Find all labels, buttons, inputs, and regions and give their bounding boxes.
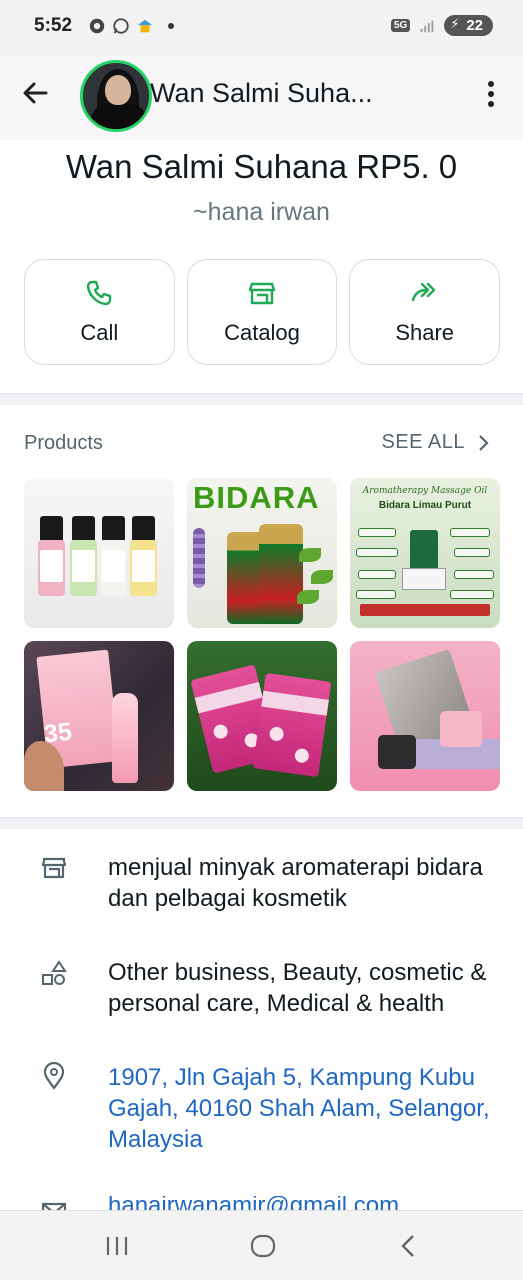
more-options-icon[interactable] xyxy=(479,74,503,114)
catalog-button[interactable]: Catalog xyxy=(186,259,338,365)
business-category: Other business, Beauty, cosmetic & perso… xyxy=(108,959,487,1017)
system-navigation-bar xyxy=(0,1210,523,1280)
section-divider xyxy=(0,393,523,405)
poster-subheader: Bidara Limau Purut xyxy=(378,500,472,511)
header-title: Wan Salmi Suha... xyxy=(150,78,373,108)
section-divider xyxy=(0,817,523,829)
share-label: Share xyxy=(395,320,455,345)
chrome-icon xyxy=(89,18,105,34)
app-notification-icon xyxy=(137,19,153,33)
call-button[interactable]: Call xyxy=(24,259,175,365)
business-email-link[interactable]: hanairwanamir@gmail.com xyxy=(108,1196,517,1210)
product-jar xyxy=(259,524,303,624)
product-tile[interactable]: BIDARA xyxy=(187,478,337,628)
product-bottle xyxy=(100,516,127,596)
business-description: menjual minyak aromaterapi bidara dan pe… xyxy=(108,854,483,912)
email-icon xyxy=(41,1202,67,1210)
business-address-link[interactable]: 1907, Jln Gajah 5, Kampung Kubu Gajah, 4… xyxy=(108,1062,517,1155)
product-bottle xyxy=(38,516,65,596)
see-all-button[interactable]: SEE ALL xyxy=(381,431,489,454)
avatar[interactable] xyxy=(80,60,152,132)
product-brand-text: BIDARA xyxy=(193,480,320,515)
storefront-icon xyxy=(248,282,276,305)
status-time: 5:52 xyxy=(34,15,73,36)
chevron-right-icon xyxy=(479,434,489,451)
product-tile[interactable] xyxy=(187,641,337,791)
phone-icon xyxy=(87,280,112,306)
back-nav-icon[interactable] xyxy=(394,1231,424,1261)
product-grid: BIDARA Aromatherapy Massage Oil Bidara L… xyxy=(24,478,500,791)
product-tile[interactable] xyxy=(24,478,174,628)
products-title: Products xyxy=(24,432,103,454)
business-name: Wan Salmi Suhana RP5. 0 xyxy=(65,148,458,185)
storefront-icon xyxy=(41,857,67,879)
recent-apps-icon[interactable] xyxy=(102,1231,132,1261)
action-buttons: Call Catalog Share xyxy=(24,259,501,365)
product-tile[interactable]: 35 xyxy=(24,641,174,791)
system-icons: 5G 22 xyxy=(390,15,493,36)
category-shapes-icon xyxy=(42,960,67,985)
catalog-label: Catalog xyxy=(224,320,300,345)
product-tile[interactable]: Aromatherapy Massage Oil Bidara Limau Pu… xyxy=(350,478,500,628)
product-bottle xyxy=(70,516,97,596)
battery-indicator: 22 xyxy=(444,15,493,36)
network-type-label: 5G xyxy=(390,19,411,32)
product-tile[interactable] xyxy=(350,641,500,791)
see-all-label: SEE ALL xyxy=(381,431,465,453)
push-name: ~hana irwan xyxy=(193,198,330,226)
email-row[interactable]: hanairwanamir@gmail.com xyxy=(0,1196,523,1210)
share-button[interactable]: Share xyxy=(349,259,501,365)
notification-icons xyxy=(88,17,174,35)
product-bottle xyxy=(130,516,157,596)
call-label: Call xyxy=(80,320,119,345)
profile-header: Wan Salmi Suha... xyxy=(0,56,523,140)
poster-header: Aromatherapy Massage Oil xyxy=(362,486,488,496)
signal-icon xyxy=(421,20,434,32)
status-bar: 5:52 5G 22 xyxy=(0,0,523,56)
forward-icon xyxy=(411,282,435,302)
more-notifications-dot xyxy=(168,23,174,29)
home-icon[interactable] xyxy=(248,1231,278,1261)
back-arrow-icon[interactable] xyxy=(18,76,52,110)
location-pin-icon xyxy=(43,1062,65,1090)
whatsapp-icon xyxy=(113,18,129,34)
